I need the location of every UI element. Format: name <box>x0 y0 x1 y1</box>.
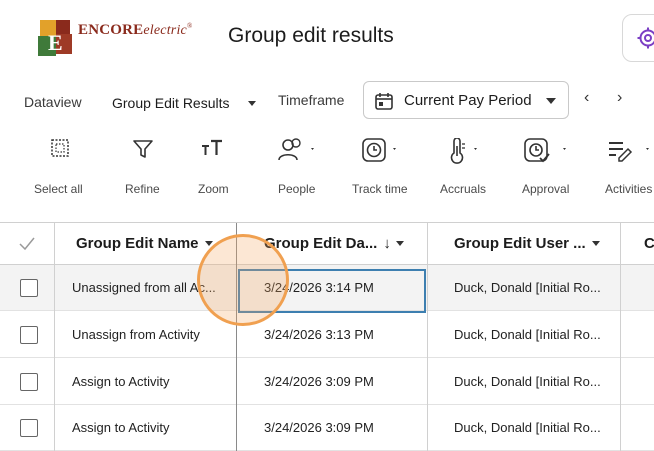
grid-header-row: Group Edit Name Group Edit Da... ↓ Group… <box>0 223 654 265</box>
cell-group-edit-user: Duck, Donald [Initial Ro... <box>454 327 601 342</box>
column-header-group-edit-date[interactable]: Group Edit Da... ↓ <box>264 223 422 264</box>
filter-bar: Dataview Group Edit Results Timeframe Cu… <box>0 80 654 124</box>
text-size-icon <box>202 139 222 155</box>
people-icon <box>278 138 314 161</box>
cell-group-edit-user: Duck, Donald [Initial Ro... <box>454 374 601 389</box>
thermometer-icon <box>450 138 477 164</box>
toolbar-label: People <box>278 182 316 196</box>
chevron-down-icon <box>591 241 600 246</box>
column-header-label: Group Edit Name <box>76 235 199 252</box>
chevron-down-icon <box>248 101 256 106</box>
cell-group-edit-user: Duck, Donald [Initial Ro... <box>454 280 601 295</box>
column-header-label: Group Edit Da... <box>264 235 378 252</box>
logo-mark-icon: E <box>38 20 72 56</box>
table-row[interactable]: Assign to Activity 3/24/2026 3:09 PM Duc… <box>0 405 654 451</box>
column-header-label: C <box>644 235 654 252</box>
logo-text-bold: ENCORE <box>78 22 144 38</box>
timeframe-label: Timeframe <box>278 92 345 108</box>
next-period-button[interactable]: › <box>617 89 622 107</box>
table-row[interactable]: Assign to Activity 3/24/2026 3:09 PM Duc… <box>0 359 654 405</box>
logo-text: ENCOREelectric® <box>78 22 192 39</box>
action-toolbar: Select all Refine Zoom People Track time <box>0 132 654 208</box>
column-header-group-edit-user[interactable]: Group Edit User ... <box>454 223 612 264</box>
svg-text:E: E <box>48 30 63 55</box>
row-checkbox[interactable] <box>20 279 38 297</box>
click-indicator <box>197 234 289 326</box>
dataview-dropdown[interactable]: Group Edit Results <box>110 86 260 118</box>
approval-icon <box>524 138 566 163</box>
activities-icon <box>609 142 649 162</box>
toolbar-label: Refine <box>125 182 160 196</box>
chevron-down-icon <box>395 241 404 246</box>
column-divider <box>620 223 621 451</box>
dataview-label: Dataview <box>24 94 82 110</box>
cell-group-edit-date: 3/24/2026 3:13 PM <box>264 327 374 342</box>
previous-period-button[interactable]: ‹ <box>584 89 589 107</box>
select-all-icon <box>51 139 69 157</box>
column-divider <box>427 223 428 451</box>
table-row[interactable]: Unassigned from all Ac... 3/24/2026 3:14… <box>0 265 654 311</box>
calendar-icon <box>375 93 393 110</box>
cell-group-edit-name: Unassign from Activity <box>72 327 200 342</box>
toolbar-label: Zoom <box>198 182 229 196</box>
dataview-value: Group Edit Results <box>112 95 230 111</box>
row-checkbox[interactable] <box>20 419 38 437</box>
toolbar-label: Select all <box>34 182 83 196</box>
settings-button[interactable] <box>622 14 654 62</box>
toolbar-label: Approval <box>522 182 570 196</box>
sort-descending-icon: ↓ <box>383 235 391 252</box>
toolbar-label: Accruals <box>440 182 487 196</box>
clock-icon <box>362 138 396 162</box>
cell-group-edit-date: 3/24/2026 3:09 PM <box>264 374 374 389</box>
cell-group-edit-name: Assign to Activity <box>72 420 170 435</box>
chevron-down-icon <box>546 98 556 104</box>
cell-group-edit-date: 3/24/2026 3:09 PM <box>264 420 374 435</box>
column-header-next[interactable]: C <box>644 223 654 264</box>
checkmark-icon <box>19 237 35 250</box>
filter-icon <box>133 140 153 158</box>
cell-group-edit-user: Duck, Donald [Initial Ro... <box>454 420 601 435</box>
page-title: Group edit results <box>228 24 394 47</box>
select-all-rows-checkbox[interactable] <box>0 223 54 264</box>
table-row[interactable]: Unassign from Activity 3/24/2026 3:13 PM… <box>0 312 654 358</box>
toolbar-label: Track time <box>352 182 408 196</box>
timeframe-dropdown[interactable]: Current Pay Period <box>363 81 569 119</box>
results-grid: Group Edit Name Group Edit Da... ↓ Group… <box>0 222 654 451</box>
column-header-label: Group Edit User ... <box>454 235 586 252</box>
app-header: E ENCOREelectric® Group edit results <box>0 0 654 78</box>
logo-tm: ® <box>186 22 193 30</box>
logo-text-light: electric <box>143 23 187 38</box>
column-divider <box>54 223 55 451</box>
timeframe-value: Current Pay Period <box>404 92 532 109</box>
row-checkbox[interactable] <box>20 326 38 344</box>
gear-icon <box>637 27 654 49</box>
company-logo[interactable]: E ENCOREelectric® <box>38 18 198 58</box>
row-checkbox[interactable] <box>20 373 38 391</box>
toolbar-label: Activities <box>605 182 653 196</box>
cell-group-edit-name: Assign to Activity <box>72 374 170 389</box>
